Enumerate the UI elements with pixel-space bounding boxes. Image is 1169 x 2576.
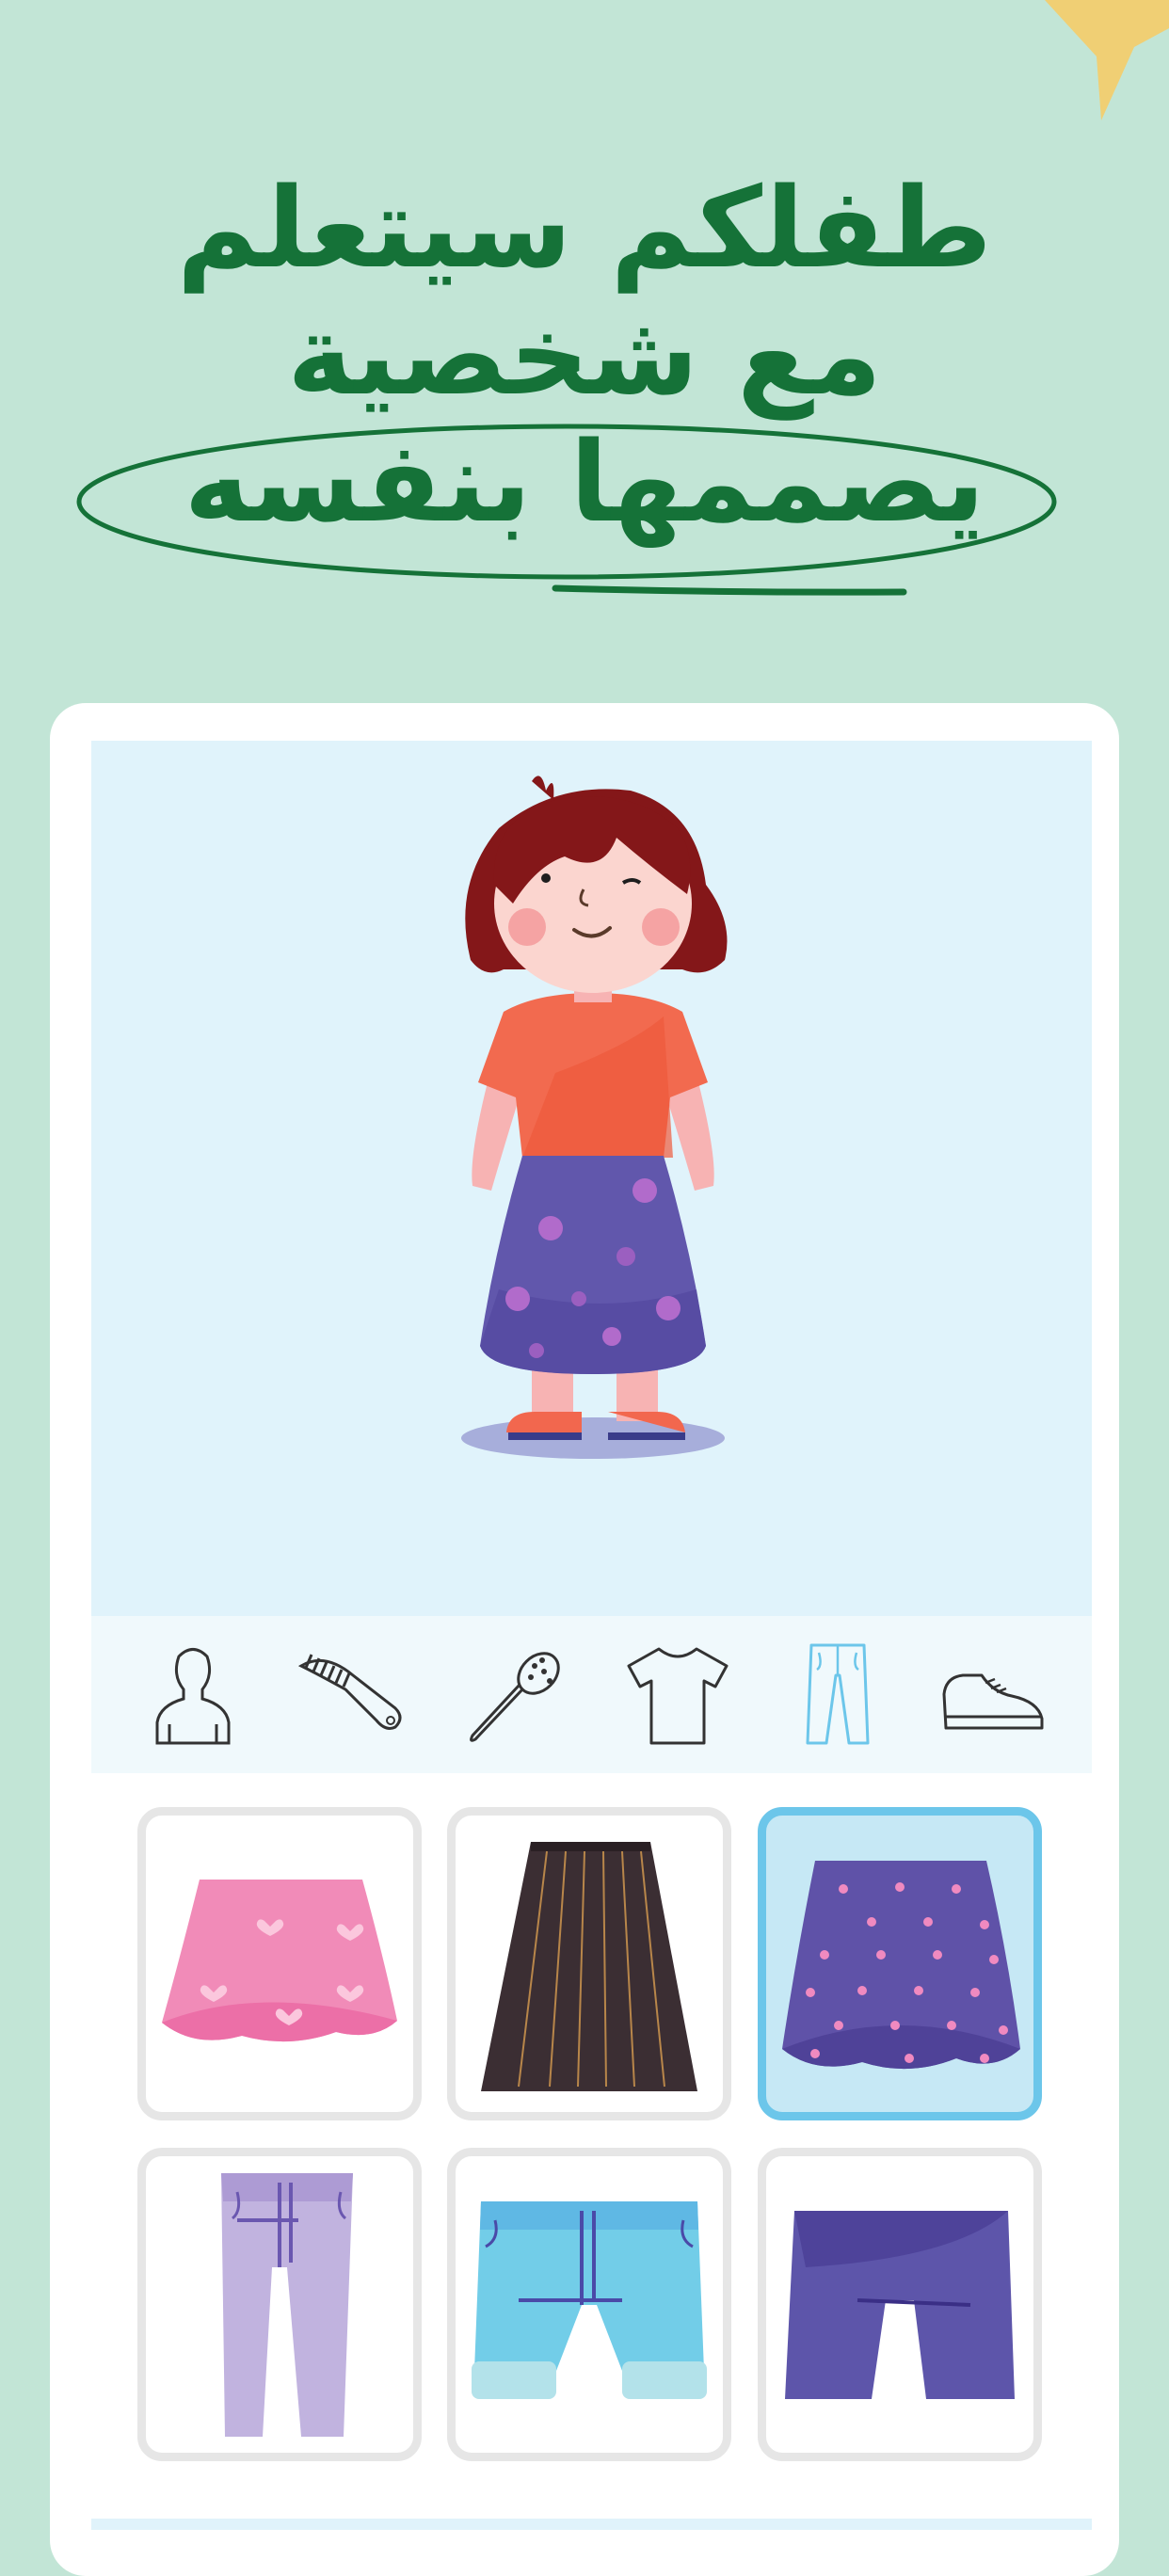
body-icon: [155, 1648, 231, 1745]
pants-category-tab[interactable]: [777, 1633, 899, 1755]
headline-line-2: مع شخصية: [287, 290, 882, 420]
purple-polka-dot-skirt-icon: [782, 1860, 1020, 2069]
headline-line-1: طفلكم سيتعلم: [176, 163, 993, 293]
tshirt-category-tab[interactable]: [617, 1633, 739, 1755]
hairbrush-category-tab[interactable]: [456, 1633, 579, 1755]
purple-shorts-icon: [785, 2210, 1015, 2399]
item-lavender-pants[interactable]: [137, 2148, 422, 2461]
star-decoration-icon: [1045, 0, 1169, 120]
item-pink-heart-skirt[interactable]: [137, 1807, 422, 2120]
bottom-strip: [91, 2519, 1092, 2530]
girl-character[interactable]: [414, 762, 772, 1478]
pink-heart-skirt-icon: [162, 1879, 397, 2041]
item-blue-cuffed-shorts[interactable]: [447, 2148, 731, 2461]
pants-icon: [806, 1643, 870, 1745]
body-category-tab[interactable]: [132, 1633, 254, 1755]
comb-category-tab[interactable]: [292, 1633, 414, 1755]
blue-cuffed-shorts-icon: [472, 2200, 707, 2399]
lavender-pants-icon: [221, 2172, 353, 2437]
black-pleated-skirt-icon: [481, 1841, 697, 2091]
shoe-icon: [942, 1673, 1044, 1730]
tshirt-icon: [627, 1647, 729, 1745]
item-purple-polka-dot-skirt[interactable]: [758, 1807, 1042, 2120]
shoe-category-tab[interactable]: [932, 1633, 1054, 1755]
item-black-pleated-skirt[interactable]: [447, 1807, 731, 2120]
comb-icon: [297, 1654, 402, 1730]
headline-oval-underline: [76, 424, 1057, 596]
item-purple-shorts[interactable]: [758, 2148, 1042, 2461]
hairbrush-icon: [470, 1652, 560, 1742]
